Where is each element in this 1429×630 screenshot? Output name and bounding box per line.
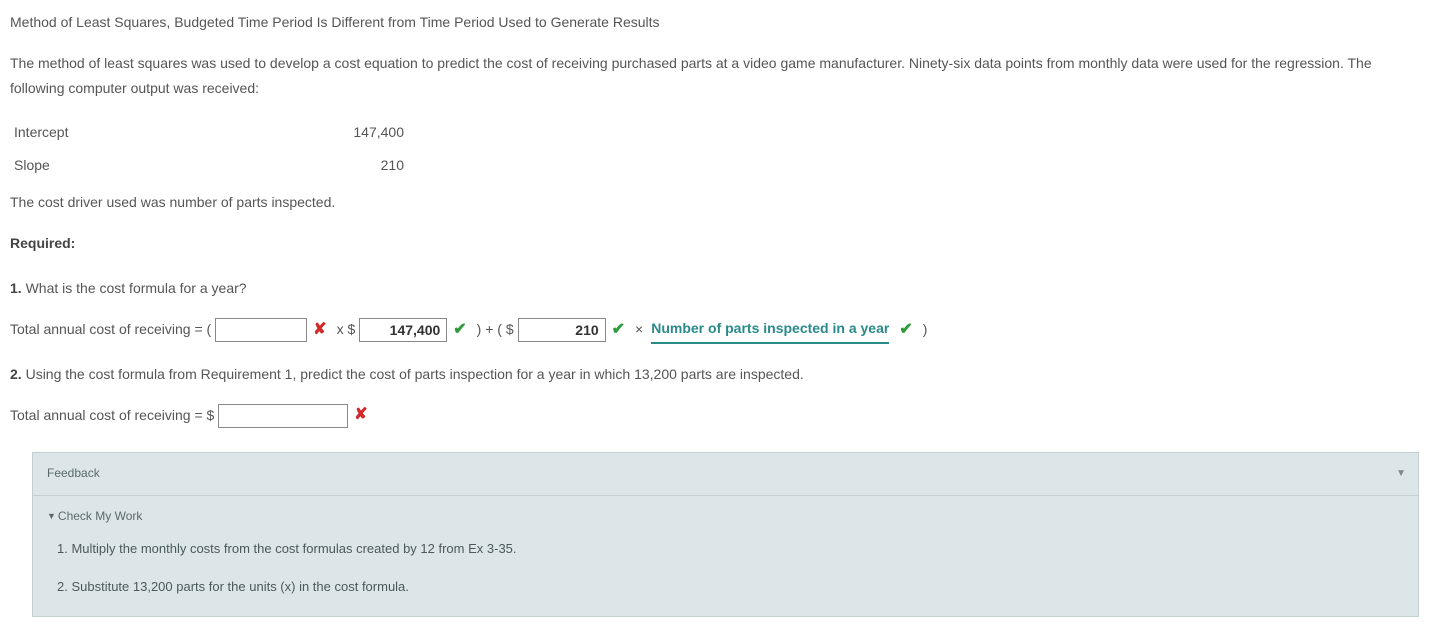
feedback-body: ▼Check My Work 1. Multiply the monthly c…	[33, 496, 1418, 616]
question-1: 1. What is the cost formula for a year?	[10, 276, 1419, 301]
required-heading: Required:	[10, 231, 1419, 256]
slope-label: Slope	[10, 149, 294, 182]
check-my-work-label: Check My Work	[58, 509, 142, 523]
q2-blank[interactable]	[218, 404, 348, 428]
check-my-work-toggle[interactable]: ▼Check My Work	[47, 506, 1404, 528]
feedback-panel: Feedback ▼ ▼Check My Work 1. Multiply th…	[32, 452, 1419, 617]
feedback-title: Feedback	[47, 466, 100, 480]
correct-icon: ✔	[893, 316, 918, 345]
correct-icon: ✔	[447, 316, 472, 345]
q1-seg-times: ×	[631, 317, 647, 342]
regression-output-table: Intercept 147,400 Slope 210	[10, 116, 434, 182]
feedback-line-2: 2. Substitute 13,200 parts for the units…	[57, 575, 1404, 598]
q1-blank-3[interactable]	[518, 318, 606, 342]
q1-text: What is the cost formula for a year?	[26, 280, 247, 296]
q2-number: 2.	[10, 366, 22, 382]
chevron-down-icon: ▼	[1396, 465, 1406, 483]
incorrect-icon: ✘	[307, 316, 332, 345]
feedback-header[interactable]: Feedback ▼	[33, 453, 1418, 496]
q1-formula-line: Total annual cost of receiving = ( ✘ x $…	[10, 316, 1419, 345]
q1-seg-close-plus: ) + ( $	[473, 317, 518, 342]
feedback-line-1: 1. Multiply the monthly costs from the c…	[57, 537, 1404, 560]
q1-blank-1[interactable]	[215, 318, 307, 342]
q2-formula-line: Total annual cost of receiving = $ ✘	[10, 401, 1419, 430]
cost-driver-note: The cost driver used was number of parts…	[10, 190, 1419, 215]
q1-seg-close2: )	[919, 317, 932, 342]
table-row: Slope 210	[10, 149, 434, 182]
incorrect-icon: ✘	[348, 401, 373, 430]
q1-dropdown[interactable]: Number of parts inspected in a year	[651, 316, 889, 344]
q2-lead: Total annual cost of receiving = $	[10, 403, 218, 428]
table-row: Intercept 147,400	[10, 116, 434, 149]
intercept-value: 147,400	[294, 116, 434, 149]
intercept-label: Intercept	[10, 116, 294, 149]
question-2: 2. Using the cost formula from Requireme…	[10, 362, 1419, 387]
q2-text: Using the cost formula from Requirement …	[26, 366, 804, 382]
intro-paragraph: The method of least squares was used to …	[10, 51, 1419, 101]
slope-value: 210	[294, 149, 434, 182]
q1-number: 1.	[10, 280, 22, 296]
triangle-down-icon: ▼	[47, 511, 58, 521]
question-page: Method of Least Squares, Budgeted Time P…	[0, 0, 1429, 617]
correct-icon: ✔	[606, 316, 631, 345]
q1-seg-times-dollar: x $	[333, 317, 360, 342]
q1-lead: Total annual cost of receiving = (	[10, 317, 215, 342]
page-title: Method of Least Squares, Budgeted Time P…	[10, 10, 1419, 35]
q1-blank-2[interactable]	[359, 318, 447, 342]
